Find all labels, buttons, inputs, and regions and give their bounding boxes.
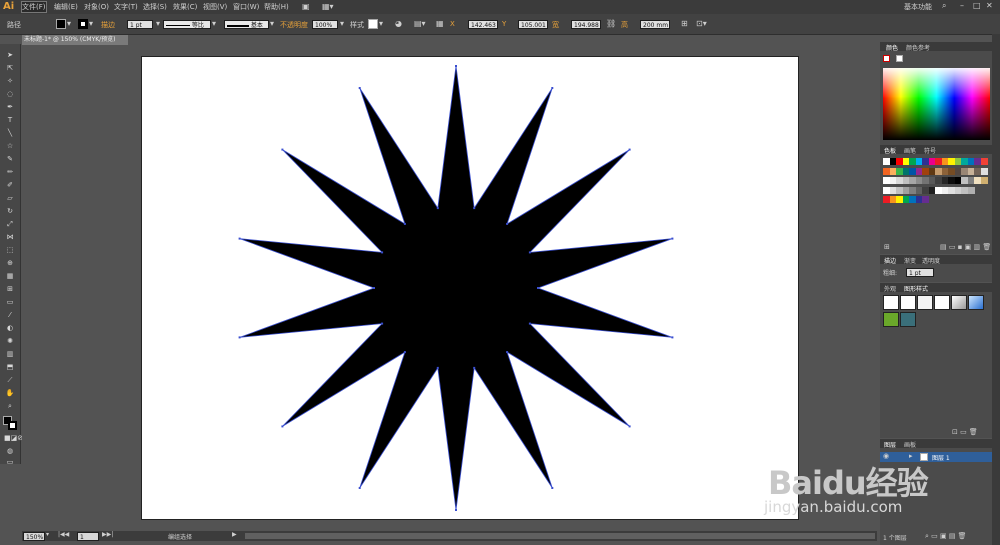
white-color-chip[interactable] — [896, 55, 903, 62]
panel-collapse-strip — [992, 34, 1000, 545]
anchor-point[interactable] — [473, 366, 476, 369]
graphic-style-gradient-gray[interactable] — [951, 295, 967, 310]
layers-footer-icons[interactable]: ⌕ ▭ ▣ ▤ 🗑 — [925, 532, 967, 541]
anchor-point[interactable] — [528, 251, 531, 254]
anchor-point[interactable] — [506, 351, 509, 354]
star-path[interactable] — [239, 65, 673, 511]
color-swatch[interactable] — [922, 196, 929, 203]
stroke-panel-header: 描边 渐变 透明度 — [880, 255, 992, 265]
anchor-point[interactable] — [506, 222, 509, 225]
swatch-library-icon[interactable]: ⊞ — [884, 243, 890, 251]
anchor-point[interactable] — [373, 287, 375, 289]
anchor-point[interactable] — [238, 336, 241, 339]
next-artboard-icon[interactable]: ▶▶| — [102, 531, 113, 538]
anchor-point[interactable] — [358, 87, 361, 89]
graphic-style-plain[interactable] — [917, 295, 933, 310]
none-color-icon[interactable] — [883, 55, 890, 62]
anchor-point[interactable] — [281, 425, 284, 428]
graphic-style-default[interactable] — [883, 295, 899, 310]
color-swatch[interactable] — [980, 167, 988, 175]
layer-count: 1 个图层 — [883, 535, 907, 542]
anchor-point[interactable] — [537, 287, 539, 289]
stroke-weight-label: 粗细: — [883, 270, 898, 277]
anchor-point[interactable] — [628, 425, 631, 428]
anchor-point[interactable] — [436, 207, 439, 210]
horizontal-scrollbar[interactable] — [245, 533, 875, 539]
swatches-panel-header: 色板 画笔 符号 — [880, 145, 992, 155]
anchor-point[interactable] — [403, 222, 406, 225]
anchor-point[interactable] — [381, 322, 384, 325]
watermark-url: jingyan.baidu.com — [764, 498, 903, 516]
new-color-group-icon[interactable]: ▤ ▭ ▪ ▣ ▥ 🗑 — [940, 243, 991, 251]
anchor-point[interactable] — [455, 509, 457, 511]
anchor-point[interactable] — [528, 322, 531, 325]
graphic-style-green[interactable] — [883, 312, 899, 327]
anchor-point[interactable] — [671, 336, 674, 339]
status-text: 编组选择 — [168, 534, 193, 541]
color-swatch[interactable] — [967, 186, 975, 194]
anchor-point[interactable] — [436, 366, 439, 369]
color-swatch[interactable] — [980, 177, 988, 184]
anchor-point[interactable] — [381, 251, 384, 254]
anchor-point[interactable] — [551, 87, 554, 89]
anchor-point[interactable] — [551, 487, 554, 489]
zoom-level-field[interactable]: 150% — [23, 532, 45, 541]
anchor-point[interactable] — [473, 207, 476, 210]
graphic-style-gradient-blue[interactable] — [968, 295, 984, 310]
graphic-styles-header: 外观 图形样式 — [880, 283, 992, 293]
graphic-styles-footer-icons[interactable]: ⊡ ▭ 🗑 — [952, 428, 978, 436]
graphic-style-shadow[interactable] — [934, 295, 950, 310]
zoom-dropdown-icon[interactable]: ▾ — [46, 531, 49, 538]
graphic-style-teal[interactable] — [900, 312, 916, 327]
anchor-point[interactable] — [358, 487, 361, 489]
anchor-point[interactable] — [455, 65, 457, 67]
anchor-point[interactable] — [628, 148, 631, 151]
artboard-number-field[interactable]: 1 — [77, 532, 99, 541]
status-menu-icon[interactable]: ▶ — [232, 531, 237, 538]
anchor-point[interactable] — [238, 237, 241, 240]
stroke-panel-weight-field[interactable]: 1 pt — [906, 268, 934, 277]
color-spectrum-highlight — [883, 68, 990, 98]
color-swatch[interactable] — [980, 158, 988, 165]
anchor-point[interactable] — [403, 351, 406, 354]
anchor-point[interactable] — [281, 148, 284, 151]
anchor-point[interactable] — [671, 237, 674, 240]
color-panel-header: 颜色 颜色参考 — [880, 42, 992, 52]
first-artboard-icon[interactable]: |◀◀ — [58, 531, 69, 538]
graphic-style-none[interactable] — [900, 295, 916, 310]
baidu-watermark: Baidu经验 jingyan.baidu.com — [760, 438, 975, 528]
